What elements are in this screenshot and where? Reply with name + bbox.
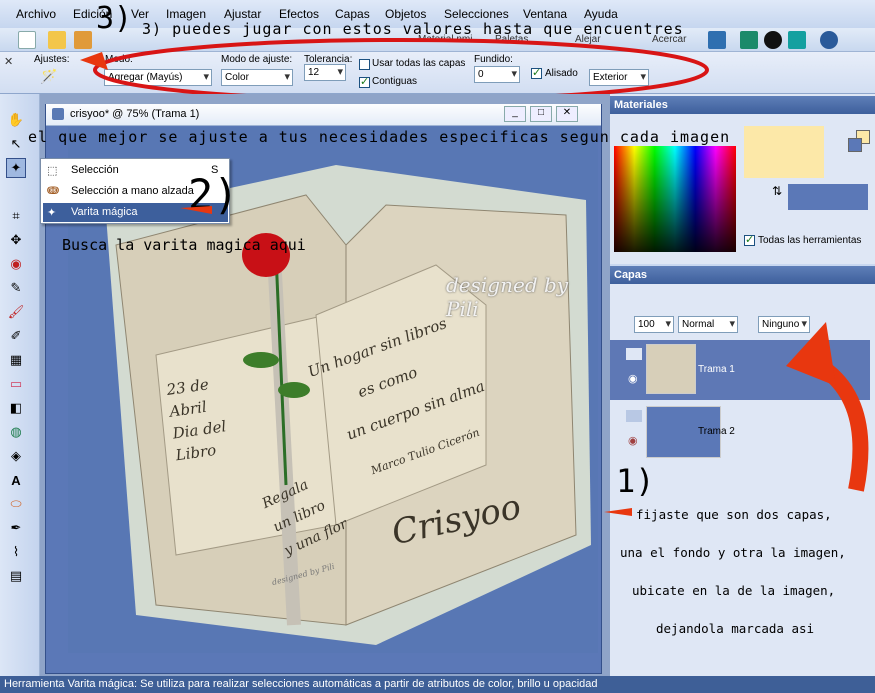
red-arrow-to-layer	[806, 352, 869, 492]
red-mark-menu	[180, 206, 212, 214]
red-arrow-head	[786, 322, 836, 386]
red-mark-step1	[604, 508, 632, 516]
annotation-arrows	[80, 52, 869, 516]
red-mark-options	[80, 52, 108, 70]
